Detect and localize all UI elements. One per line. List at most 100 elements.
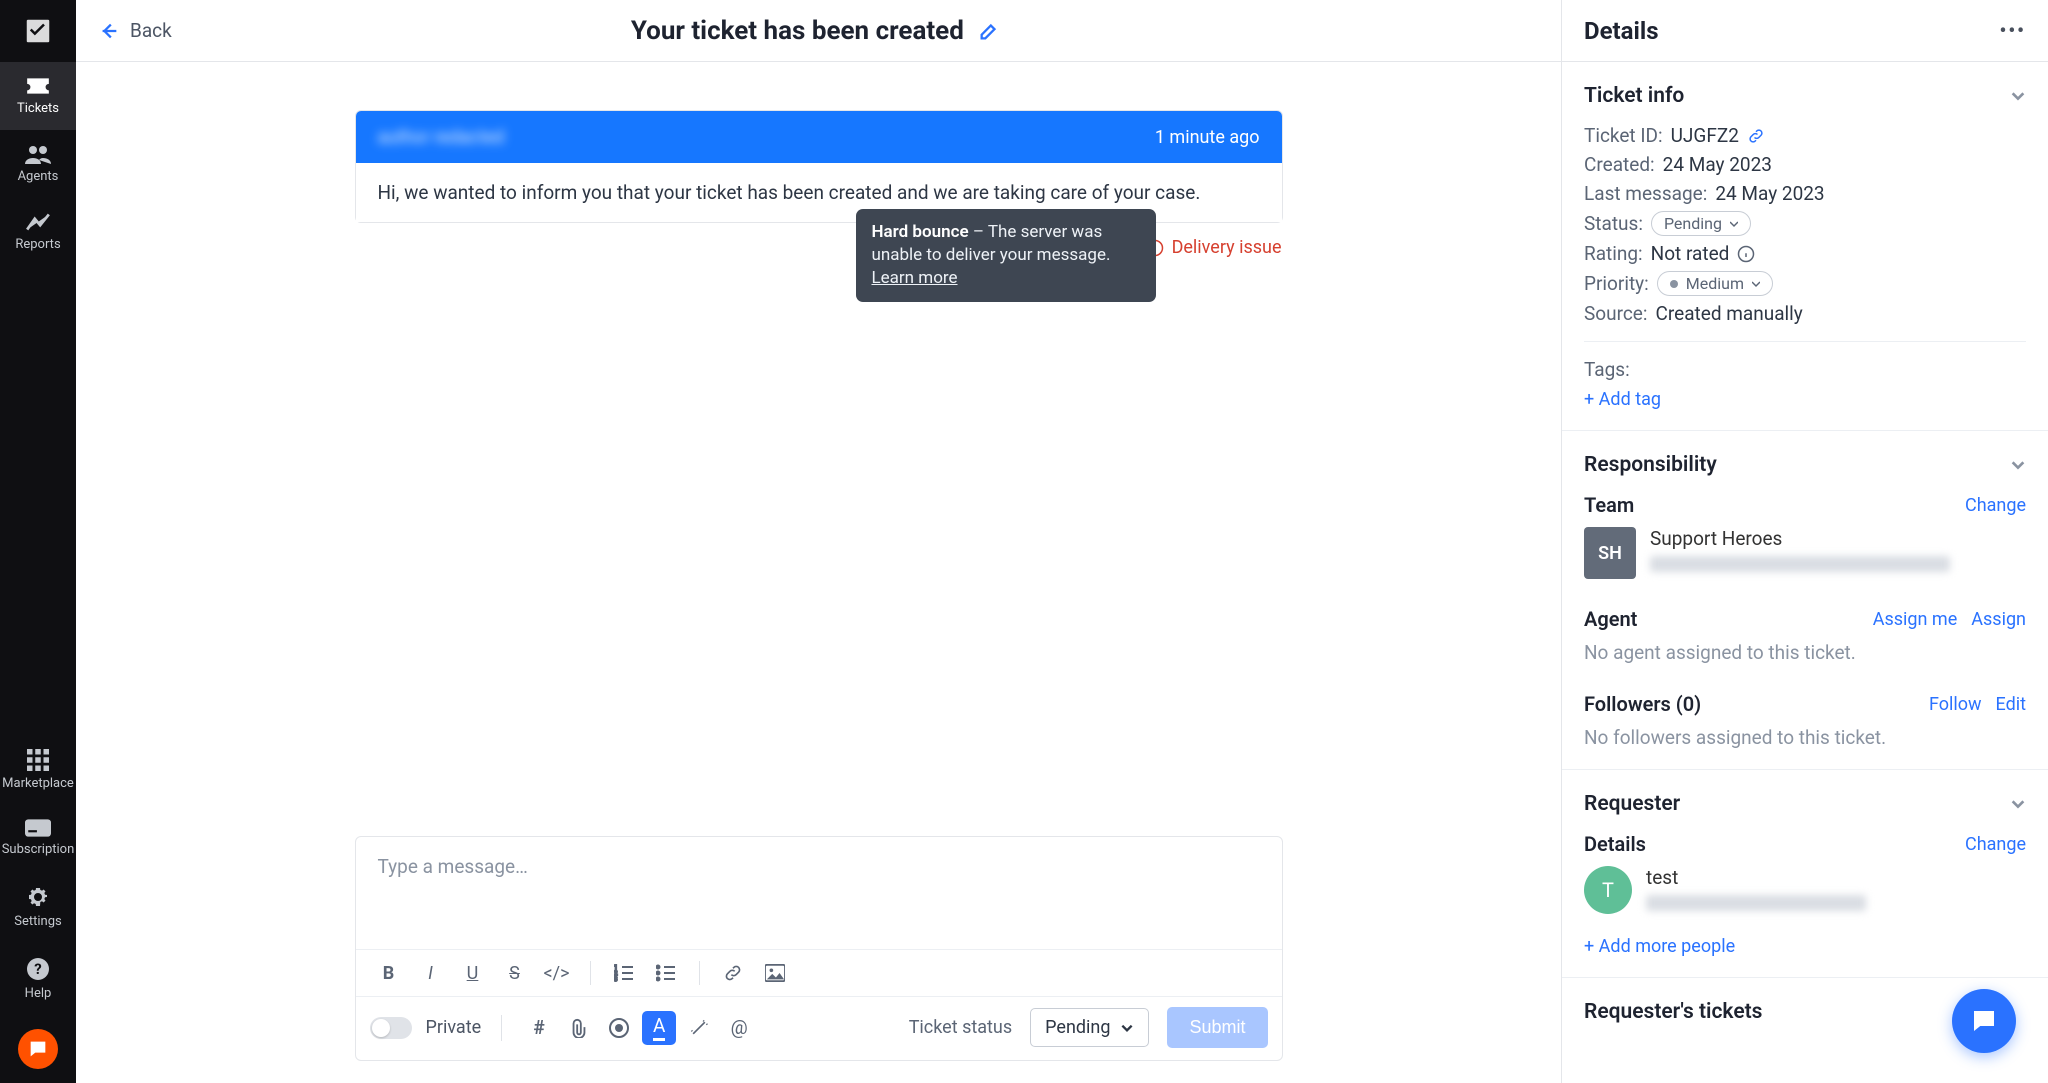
requester-title: Requester bbox=[1584, 792, 1680, 816]
follow-link[interactable]: Follow bbox=[1929, 694, 1982, 715]
followers-label: Followers (0) bbox=[1584, 692, 1701, 716]
team-name: Support Heroes bbox=[1650, 527, 1950, 550]
canned-response-button[interactable]: # bbox=[522, 1011, 556, 1045]
team-avatar: SH bbox=[1584, 527, 1636, 579]
ordered-list-button[interactable]: 123 bbox=[605, 956, 643, 990]
private-toggle[interactable] bbox=[370, 1017, 412, 1039]
nav-agents-label: Agents bbox=[18, 169, 59, 184]
section-collapse-icon[interactable] bbox=[2010, 457, 2026, 473]
ticket-info-section: Ticket info Ticket ID: UJGFZ2 Created: 2… bbox=[1562, 62, 2048, 431]
back-button[interactable]: Back bbox=[98, 19, 172, 42]
nav-help[interactable]: ? Help bbox=[0, 943, 76, 1015]
copy-link-icon[interactable] bbox=[1747, 127, 1765, 145]
nav-chat-button[interactable] bbox=[18, 1029, 58, 1069]
underline-button[interactable]: U bbox=[454, 956, 492, 990]
submit-button[interactable]: Submit bbox=[1167, 1007, 1267, 1048]
page-title: Your ticket has been created bbox=[172, 16, 1459, 46]
chat-fab[interactable] bbox=[1952, 989, 2016, 1053]
formatting-toolbar: B I U S </> 123 bbox=[356, 949, 1282, 996]
requester-tickets-title: Requester's tickets bbox=[1584, 1000, 1762, 1024]
text-color-button[interactable]: A bbox=[642, 1011, 676, 1045]
status-pill[interactable]: Pending bbox=[1651, 211, 1751, 236]
responsibility-title: Responsibility bbox=[1584, 453, 1717, 477]
composer-action-bar: Private # A @ Ticket status Pending Subm… bbox=[356, 996, 1282, 1060]
agent-label: Agent bbox=[1584, 607, 1637, 631]
created-value: 24 May 2023 bbox=[1663, 153, 1772, 176]
message-author: author redacted bbox=[378, 127, 505, 148]
requester-section: Requester Details Change T test + Add mo… bbox=[1562, 770, 2048, 978]
tooltip-learn-more-link[interactable]: Learn more bbox=[872, 268, 958, 288]
more-actions-button[interactable]: ••• bbox=[2000, 19, 2026, 42]
no-followers-text: No followers assigned to this ticket. bbox=[1584, 726, 2026, 749]
delivery-tooltip: Hard bounce – The server was unable to d… bbox=[856, 209, 1156, 302]
edit-followers-link[interactable]: Edit bbox=[1996, 694, 2026, 715]
requester-email-redacted bbox=[1646, 895, 1866, 911]
nav-settings-label: Settings bbox=[14, 914, 61, 929]
details-heading: Details bbox=[1584, 17, 1659, 45]
edit-title-icon[interactable] bbox=[978, 20, 1000, 42]
image-button[interactable] bbox=[756, 956, 794, 990]
responsibility-section: Responsibility Team Change SH Support He… bbox=[1562, 431, 2048, 770]
attachment-button[interactable] bbox=[562, 1011, 596, 1045]
team-label: Team bbox=[1584, 493, 1634, 517]
add-more-people-link[interactable]: + Add more people bbox=[1584, 936, 2026, 957]
team-change-link[interactable]: Change bbox=[1965, 495, 2026, 516]
assign-me-link[interactable]: Assign me bbox=[1873, 609, 1958, 630]
nav-subscription[interactable]: Subscription bbox=[0, 805, 76, 871]
priority-label: Priority: bbox=[1584, 272, 1649, 295]
italic-button[interactable]: I bbox=[412, 956, 450, 990]
code-button[interactable]: </> bbox=[538, 956, 576, 990]
status-label: Status: bbox=[1584, 212, 1643, 235]
message-input[interactable]: Type a message… bbox=[356, 837, 1282, 949]
arrow-left-icon bbox=[98, 20, 120, 42]
add-tag-link[interactable]: + Add tag bbox=[1584, 389, 2026, 410]
svg-text:3: 3 bbox=[614, 976, 617, 982]
nav-help-label: Help bbox=[25, 986, 52, 1001]
app-logo[interactable] bbox=[0, 0, 76, 62]
back-label: Back bbox=[130, 19, 172, 42]
link-button[interactable] bbox=[714, 956, 752, 990]
nav-tickets-label: Tickets bbox=[17, 101, 59, 116]
priority-pill[interactable]: Medium bbox=[1657, 271, 1773, 296]
requester-change-link[interactable]: Change bbox=[1965, 834, 2026, 855]
nav-tickets[interactable]: Tickets bbox=[0, 62, 76, 130]
team-email-redacted bbox=[1650, 556, 1950, 572]
ticket-status-label: Ticket status bbox=[909, 1017, 1012, 1038]
last-message-label: Last message: bbox=[1584, 182, 1707, 205]
source-label: Source: bbox=[1584, 302, 1647, 325]
requester-details-label: Details bbox=[1584, 832, 1646, 856]
requester-avatar: T bbox=[1584, 866, 1632, 914]
info-icon[interactable] bbox=[1737, 245, 1755, 263]
ticket-id-label: Ticket ID: bbox=[1584, 124, 1663, 147]
nav-reports-label: Reports bbox=[15, 237, 60, 252]
nav-reports[interactable]: Reports bbox=[0, 198, 76, 266]
svg-text:?: ? bbox=[34, 960, 41, 978]
magic-wand-button[interactable] bbox=[682, 1011, 716, 1045]
strikethrough-button[interactable]: S bbox=[496, 956, 534, 990]
assign-link[interactable]: Assign bbox=[1971, 609, 2026, 630]
section-collapse-icon[interactable] bbox=[2010, 796, 2026, 812]
requester-name: test bbox=[1646, 866, 1866, 889]
ticket-status-select[interactable]: Pending bbox=[1030, 1008, 1149, 1047]
nav-marketplace-label: Marketplace bbox=[2, 776, 74, 791]
message-time: 1 minute ago bbox=[1155, 127, 1260, 148]
tags-label: Tags: bbox=[1584, 358, 1630, 381]
nav-marketplace[interactable]: Marketplace bbox=[0, 735, 76, 805]
rating-label: Rating: bbox=[1584, 242, 1643, 265]
unordered-list-button[interactable] bbox=[647, 956, 685, 990]
last-message-value: 24 May 2023 bbox=[1715, 182, 1824, 205]
details-panel: Details ••• Ticket info Ticket ID: UJGFZ… bbox=[1562, 0, 2048, 1083]
mention-button[interactable]: @ bbox=[722, 1011, 756, 1045]
record-button[interactable] bbox=[602, 1011, 636, 1045]
nav-subscription-label: Subscription bbox=[2, 842, 75, 857]
delivery-issue-badge[interactable]: Delivery issue bbox=[1146, 237, 1282, 258]
bold-button[interactable]: B bbox=[370, 956, 408, 990]
left-nav-rail: Tickets Agents Reports Marketplace Subsc… bbox=[0, 0, 76, 1083]
source-value: Created manually bbox=[1655, 302, 1802, 325]
no-agent-text: No agent assigned to this ticket. bbox=[1584, 641, 2026, 664]
nav-settings[interactable]: Settings bbox=[0, 871, 76, 943]
nav-agents[interactable]: Agents bbox=[0, 130, 76, 198]
section-collapse-icon[interactable] bbox=[2010, 88, 2026, 104]
rating-value: Not rated bbox=[1651, 242, 1730, 265]
chevron-down-icon bbox=[1120, 1021, 1134, 1035]
